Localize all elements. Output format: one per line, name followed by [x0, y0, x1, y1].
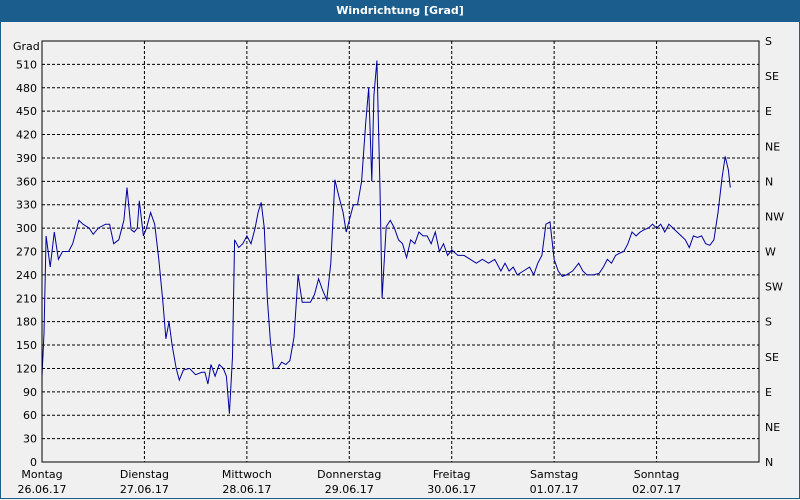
compass-tick-label: N [765, 456, 773, 469]
compass-tick-label: S [765, 35, 772, 48]
grid-lines [42, 41, 759, 462]
compass-tick-label: E [765, 105, 772, 118]
compass-tick-label: N [765, 175, 773, 188]
x-tick-date-label: 30.06.17 [427, 483, 476, 496]
y-tick-label: 390 [16, 152, 37, 165]
compass-tick-label: S [765, 316, 772, 329]
series-layer [41, 60, 731, 414]
compass-tick-label: W [765, 246, 776, 259]
chart-frame: 0 30 60 90 120 150 180 210 240 270 300 330 360 390 420… [0, 22, 800, 499]
compass-tick-label: E [765, 386, 772, 399]
wind-direction-series-line [41, 60, 731, 414]
y-tick-label: 420 [16, 129, 37, 142]
y-tick-label: 300 [16, 222, 37, 235]
y-tick-label: 480 [16, 82, 37, 95]
y-tick-label: 240 [16, 269, 37, 282]
compass-tick-label: SE [765, 351, 779, 364]
y-tick-label: 120 [16, 362, 37, 375]
y-tick-label: 330 [16, 199, 37, 212]
x-tick-date-label: 29.06.17 [325, 483, 374, 496]
x-tick-date-label: 27.06.17 [120, 483, 169, 496]
wind-direction-chart: 0306090120150180210240270300330360390420… [13, 35, 784, 496]
right-compass-axis: N NE E SE S SW W NW N NE E SE S [765, 35, 784, 469]
y-tick-label: 150 [16, 339, 37, 352]
x-tick-day-label: Dienstag [120, 468, 169, 481]
compass-tick-label: NE [765, 140, 780, 153]
x-tick-day-label: Sonntag [634, 468, 680, 481]
window-title: Windrichtung [Grad] [0, 0, 800, 22]
x-tick-day-label: Mittwoch [222, 468, 272, 481]
x-axis: Montag 26.06.17 Dienstag 27.06.17 Mittwoch 28… [18, 468, 682, 496]
x-tick-date-label: 02.07.17 [632, 483, 681, 496]
x-tick-day-label: Freitag [433, 468, 471, 481]
y-tick-label: 90 [23, 386, 37, 399]
y-tick-label: 60 [23, 409, 37, 422]
y-tick-label: 360 [16, 175, 37, 188]
y-tick-label: 210 [16, 292, 37, 305]
compass-tick-label: NW [765, 210, 784, 223]
compass-tick-label: SE [765, 70, 779, 83]
x-tick-day-label: Montag [21, 468, 62, 481]
y-tick-label: 180 [16, 316, 37, 329]
y-tick-label: 450 [16, 105, 37, 118]
y-tick-label: 510 [16, 58, 37, 71]
y-axis-unit-label: Grad [13, 40, 40, 53]
compass-tick-label: NE [765, 421, 780, 434]
x-tick-date-label: 26.06.17 [18, 483, 67, 496]
y-tick-label: 270 [16, 246, 37, 259]
x-tick-day-label: Donnerstag [317, 468, 381, 481]
y-tick-label: 30 [23, 433, 37, 446]
left-y-axis: 0306090120150180210240270300330360390420… [16, 58, 37, 469]
compass-tick-label: SW [765, 281, 783, 294]
x-tick-date-label: 01.07.17 [530, 483, 579, 496]
x-tick-day-label: Samstag [530, 468, 578, 481]
x-tick-date-label: 28.06.17 [222, 483, 271, 496]
